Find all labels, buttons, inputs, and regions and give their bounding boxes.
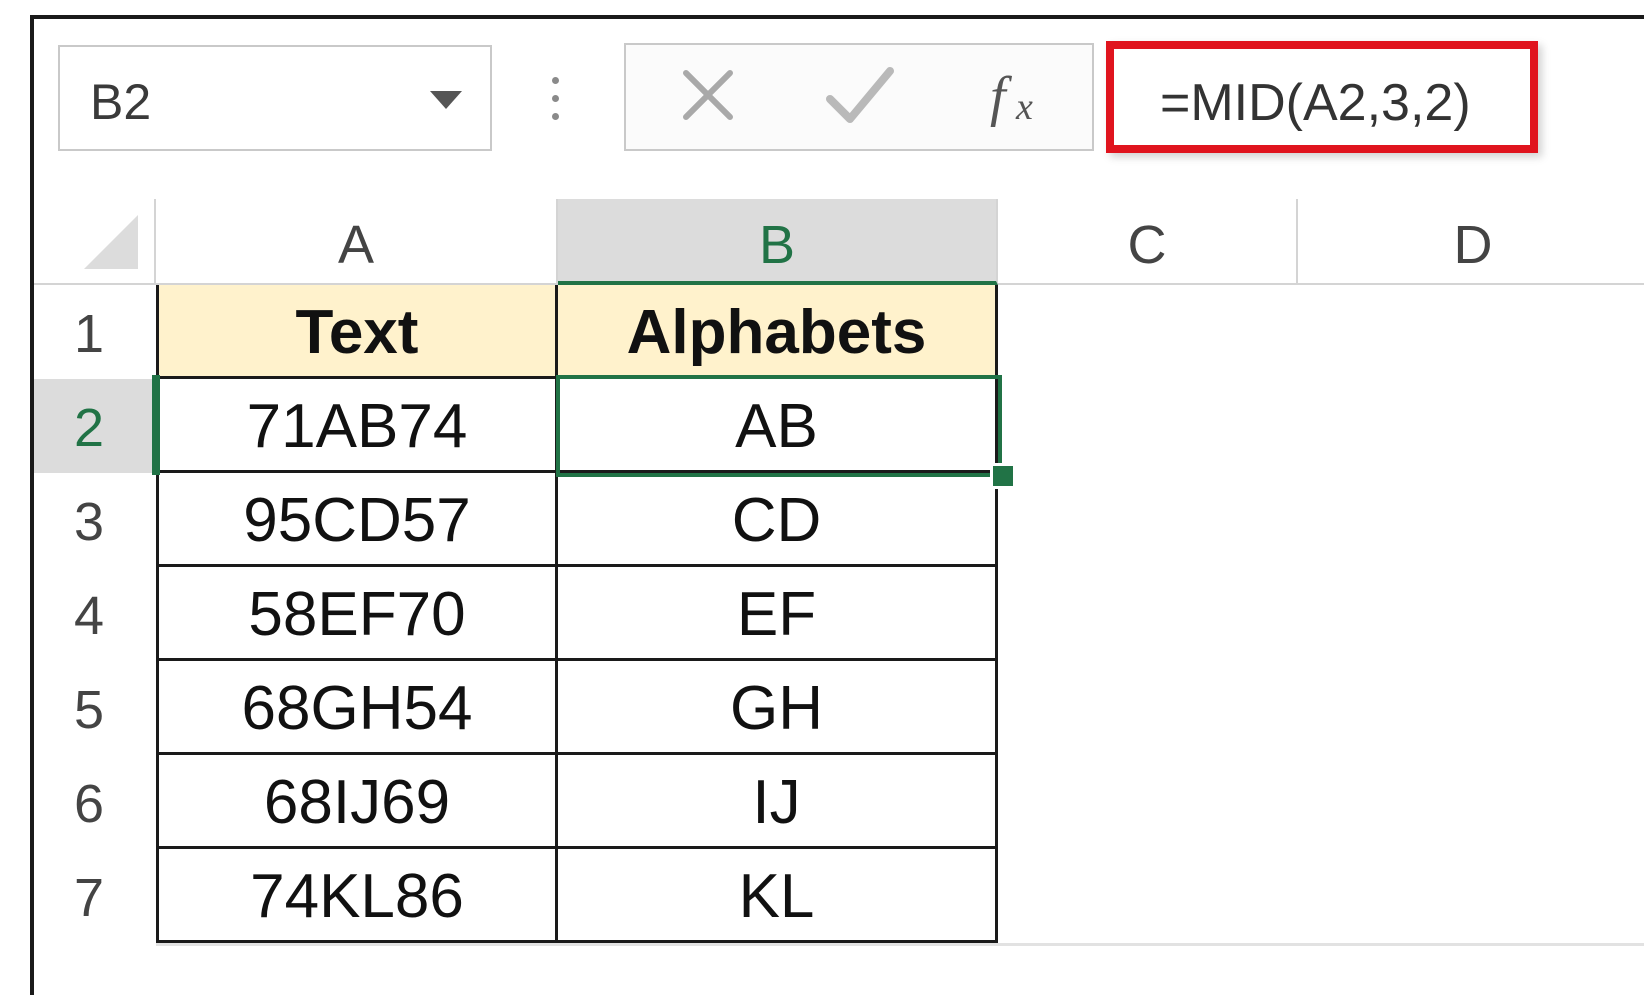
gridline bbox=[156, 943, 1644, 946]
formula-text: =MID(A2,3,2) bbox=[1160, 74, 1471, 132]
row-header-2[interactable]: 2 bbox=[34, 379, 156, 473]
name-box[interactable]: B2 bbox=[58, 45, 492, 151]
row-header-5[interactable]: 5 bbox=[34, 661, 156, 755]
selected-row-indicator bbox=[152, 375, 160, 475]
row-header-4[interactable]: 4 bbox=[34, 567, 156, 661]
select-all-button[interactable] bbox=[34, 199, 156, 285]
fx-icon[interactable]: f x bbox=[986, 55, 1056, 135]
column-header-b[interactable]: B bbox=[558, 199, 998, 285]
name-box-value: B2 bbox=[90, 74, 152, 130]
cell-b5[interactable]: GH bbox=[558, 661, 998, 755]
cell-a4[interactable]: 58EF70 bbox=[156, 567, 558, 661]
cell-a6[interactable]: 68IJ69 bbox=[156, 755, 558, 849]
row-header-3[interactable]: 3 bbox=[34, 473, 156, 567]
select-all-triangle-icon bbox=[84, 215, 138, 269]
row-header-6[interactable]: 6 bbox=[34, 755, 156, 849]
column-header-a[interactable]: A bbox=[156, 199, 558, 285]
column-header-d[interactable]: D bbox=[1298, 199, 1644, 285]
cell-a5[interactable]: 68GH54 bbox=[156, 661, 558, 755]
cell-b6[interactable]: IJ bbox=[558, 755, 998, 849]
fill-handle[interactable] bbox=[990, 463, 1016, 489]
row-header-1[interactable]: 1 bbox=[34, 285, 156, 379]
row-header-7[interactable]: 7 bbox=[34, 849, 156, 943]
cell-b2[interactable]: AB bbox=[558, 379, 998, 473]
svg-text:f: f bbox=[990, 66, 1013, 128]
cell-b7[interactable]: KL bbox=[558, 849, 998, 943]
column-header-c[interactable]: C bbox=[998, 199, 1298, 285]
svg-text:x: x bbox=[1015, 86, 1033, 128]
checkmark-icon[interactable] bbox=[822, 57, 898, 133]
cell-a3[interactable]: 95CD57 bbox=[156, 473, 558, 567]
formula-input[interactable]: =MID(A2,3,2) bbox=[1106, 41, 1538, 153]
cell-a7[interactable]: 74KL86 bbox=[156, 849, 558, 943]
cell-a2[interactable]: 71AB74 bbox=[156, 379, 558, 473]
cell-a1[interactable]: Text bbox=[156, 285, 558, 379]
cell-b4[interactable]: EF bbox=[558, 567, 998, 661]
formula-buttons: f x bbox=[624, 43, 1094, 151]
cell-b3[interactable]: CD bbox=[558, 473, 998, 567]
close-icon[interactable] bbox=[678, 57, 738, 133]
spreadsheet-window: B2 f x =MID(A2,3,2) A B C D 1 2 3 4 5 6 … bbox=[30, 15, 1644, 995]
more-options-icon[interactable] bbox=[552, 77, 560, 121]
cell-b1[interactable]: Alphabets bbox=[558, 285, 998, 379]
chevron-down-icon[interactable] bbox=[430, 91, 462, 109]
